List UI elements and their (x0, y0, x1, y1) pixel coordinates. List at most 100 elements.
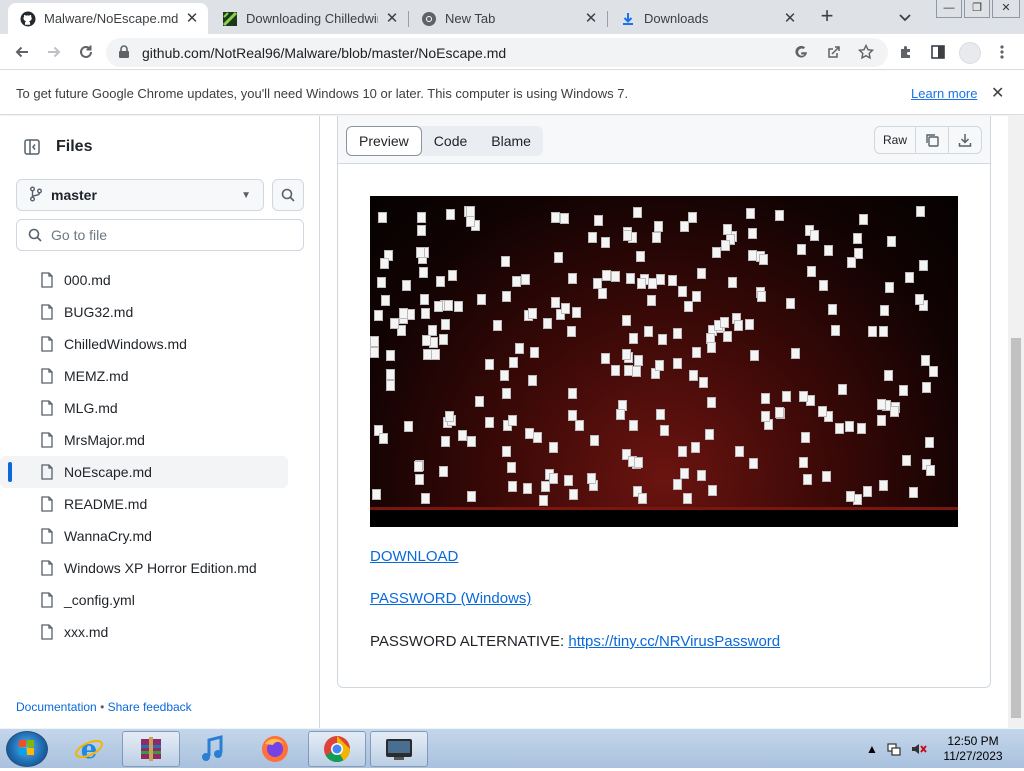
close-tab-icon[interactable]: ✕ (184, 10, 200, 27)
forward-button[interactable] (43, 41, 65, 63)
file-item[interactable]: 000.md (0, 264, 288, 296)
desktop-file-icon (761, 411, 770, 422)
file-item[interactable]: xxx.md (0, 616, 288, 648)
documentation-link[interactable]: Documentation (16, 700, 97, 714)
page-scrollbar-thumb[interactable] (1011, 338, 1021, 718)
raw-button[interactable]: Raw (875, 127, 916, 153)
file-item[interactable]: MLG.md (0, 392, 288, 424)
close-tab-icon[interactable]: ✕ (782, 10, 798, 27)
collapse-sidebar-icon[interactable] (16, 136, 48, 158)
chrome-menu-icon[interactable] (993, 43, 1011, 61)
desktop-file-icon (436, 276, 445, 287)
tab-blame[interactable]: Blame (479, 126, 543, 156)
file-item[interactable]: MrsMajor.md (0, 424, 288, 456)
learn-more-link[interactable]: Learn more (911, 86, 977, 101)
file-name: WannaCry.md (64, 528, 152, 544)
share-feedback-link[interactable]: Share feedback (108, 700, 192, 714)
back-button[interactable] (11, 41, 33, 63)
file-item[interactable]: Windows XP Horror Edition.md (0, 552, 288, 584)
desktop-file-icon (909, 487, 918, 498)
music-note-icon (202, 735, 223, 761)
taskbar-media-app[interactable] (370, 731, 428, 767)
file-icon (40, 432, 56, 448)
desktop-file-icon (598, 288, 607, 299)
desktop-file-icon (539, 495, 548, 506)
search-button[interactable] (272, 179, 304, 211)
desktop-file-icon (692, 291, 701, 302)
desktop-file-icon (734, 320, 743, 331)
side-panel-icon[interactable] (929, 43, 947, 61)
desktop-file-icon (378, 212, 387, 223)
page-scrollbar[interactable] (1008, 116, 1024, 728)
url-text[interactable]: github.com/NotReal96/Malware/blob/master… (142, 45, 506, 61)
reload-button[interactable] (75, 41, 97, 63)
close-tab-icon[interactable]: ✕ (583, 10, 599, 27)
desktop-file-icon (458, 430, 467, 441)
taskbar-clock[interactable]: 12:50 PM 11/27/2023 (930, 734, 1016, 764)
minimize-button[interactable]: — (936, 0, 962, 18)
desktop-file-icon (720, 317, 729, 328)
file-item[interactable]: BUG32.md (0, 296, 288, 328)
go-to-file-input[interactable]: Go to file (16, 219, 304, 251)
file-name: NoEscape.md (64, 464, 152, 480)
copy-raw-button[interactable] (916, 127, 949, 153)
file-name: BUG32.md (64, 304, 134, 320)
tab-preview[interactable]: Preview (346, 126, 422, 156)
desktop-file-icon (748, 250, 757, 261)
password-windows-link[interactable]: PASSWORD (Windows) (370, 590, 531, 607)
tab-downloading-chilledwindows[interactable]: Downloading Chilledwind ✕ (210, 3, 408, 34)
desktop-file-icon (528, 375, 537, 386)
tab-new-tab[interactable]: New Tab ✕ (409, 3, 607, 34)
extensions-puzzle-icon[interactable] (897, 43, 915, 61)
tab-downloads[interactable]: Downloads ✕ (608, 3, 806, 34)
file-item[interactable]: WannaCry.md (0, 520, 288, 552)
taskbar-firefox[interactable] (246, 731, 304, 767)
profile-avatar[interactable] (959, 42, 981, 64)
file-name: xxx.md (64, 624, 109, 640)
file-item-active[interactable]: NoEscape.md (0, 456, 288, 488)
download-raw-button[interactable] (949, 127, 981, 153)
close-window-button[interactable]: ✕ (992, 0, 1020, 18)
file-name: 000.md (64, 272, 111, 288)
password-alternative-url[interactable]: https://tiny.cc/NRVirusPassword (568, 633, 780, 650)
taskbar-internet-explorer[interactable]: e (60, 731, 118, 767)
desktop-file-icon (925, 437, 934, 448)
file-item[interactable]: README.md (0, 488, 288, 520)
bookmark-star-icon[interactable] (857, 43, 875, 61)
tab-code[interactable]: Code (422, 126, 479, 156)
taskbar-itunes[interactable] (184, 731, 242, 767)
restore-button[interactable]: ❐ (964, 0, 990, 18)
taskbar-winrar[interactable] (122, 731, 180, 767)
winrar-icon (141, 737, 161, 761)
desktop-file-icon (594, 215, 603, 226)
lock-icon[interactable] (118, 45, 130, 64)
tab-search-chevron-icon[interactable] (896, 8, 914, 26)
start-button[interactable] (6, 731, 48, 767)
new-tab-button[interactable]: + (816, 5, 838, 28)
file-item[interactable]: ChilledWindows.md (0, 328, 288, 360)
desktop-file-icon (530, 347, 539, 358)
taskbar-chrome[interactable] (308, 731, 366, 767)
branch-selector[interactable]: master ▼ (16, 179, 264, 211)
share-icon[interactable] (825, 43, 843, 61)
google-lens-icon[interactable] (792, 43, 810, 61)
desktop-file-icon (467, 436, 476, 447)
close-infobar-icon[interactable]: ✕ (991, 83, 1004, 103)
download-link[interactable]: DOWNLOAD (370, 548, 458, 565)
close-tab-icon[interactable]: ✕ (384, 10, 400, 27)
volume-muted-icon[interactable] (910, 741, 928, 757)
address-bar[interactable]: github.com/NotReal96/Malware/blob/master… (106, 38, 888, 67)
desktop-file-icon (445, 411, 454, 422)
network-icon[interactable] (886, 741, 902, 757)
file-item[interactable]: MEMZ.md (0, 360, 288, 392)
footer-separator: • (100, 700, 105, 714)
desktop-file-icon (593, 278, 602, 289)
desktop-file-icon (647, 295, 656, 306)
desktop-file-icon (919, 260, 928, 271)
desktop-file-icon (454, 301, 463, 312)
file-icon (40, 560, 56, 576)
tab-malware-noescape[interactable]: Malware/NoEscape.md at ✕ (8, 3, 208, 34)
file-item[interactable]: _config.yml (0, 584, 288, 616)
show-hidden-icons-icon[interactable]: ▲ (866, 742, 878, 756)
desktop-file-icon (549, 473, 558, 484)
